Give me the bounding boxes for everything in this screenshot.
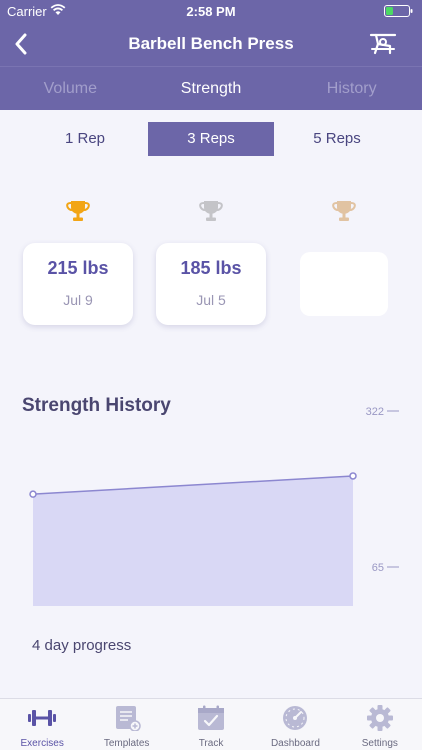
tab-bar: Exercises Templates Track Dashboard Sett… [0,698,422,750]
tabbar-label: Dashboard [270,738,320,749]
rep-option-3[interactable]: 3 Reps [148,122,274,156]
tab-history[interactable]: History [281,67,422,110]
exercise-info-button[interactable] [366,28,400,60]
nav-bar: Barbell Bench Press [0,22,422,66]
page-title: Barbell Bench Press [128,34,294,53]
record-card-bronze[interactable] [300,252,388,316]
calendar-check-icon [198,705,225,730]
data-point-0 [29,490,37,498]
templates-icon [115,706,141,732]
strength-history-title: Strength History [22,395,171,416]
barbell-icon [28,710,57,726]
record-weight: 215 lbs [47,258,109,278]
tabbar-item-track[interactable]: Track [169,699,253,750]
bench-press-icon [369,33,397,55]
record-weight: 185 lbs [180,258,242,278]
tabbar-label: Exercises [20,738,64,749]
record-card-gold[interactable]: 215 lbs Jul 9 [23,243,133,325]
series-area [33,475,353,606]
status-time: 2:58 PM [186,4,236,19]
gold-trophy-icon [66,201,90,221]
silver-trophy-icon [199,201,223,221]
rep-option-1[interactable]: 1 Rep [22,122,148,156]
progress-label: 4 day progress [32,637,132,654]
tabbar-label: Templates [103,738,150,749]
tabbar-item-templates[interactable]: Templates [84,699,168,750]
header: Carrier 2:58 PM Barbell Bench Press Volu… [0,0,422,110]
record-date: Jul 9 [63,292,93,308]
gauge-icon [283,706,308,730]
bronze-trophy-icon [332,201,356,221]
data-point-1 [349,472,357,480]
tab-strength[interactable]: Strength [141,67,282,110]
segment-tabs: Volume Strength History [0,66,422,110]
gear-icon [366,705,393,731]
tabbar-item-settings[interactable]: Settings [338,699,422,750]
tabbar-item-exercises[interactable]: Exercises [0,699,84,750]
status-bar: Carrier 2:58 PM [0,0,422,22]
tab-volume[interactable]: Volume [0,67,141,110]
record-date: Jul 5 [196,292,226,308]
tabbar-label: Settings [361,738,398,749]
battery-icon [384,5,414,17]
y-tick-label: 65 [372,562,384,574]
strength-history-chart: 322 65 [29,406,399,606]
rep-selector: 1 Rep 3 Reps 5 Reps [22,122,400,156]
tabbar-item-dashboard[interactable]: Dashboard [253,699,337,750]
record-card-silver[interactable]: 185 lbs Jul 5 [156,243,266,325]
tabbar-label: Track [198,738,224,749]
rep-option-5[interactable]: 5 Reps [274,122,400,156]
y-tick-label: 322 [366,406,384,418]
